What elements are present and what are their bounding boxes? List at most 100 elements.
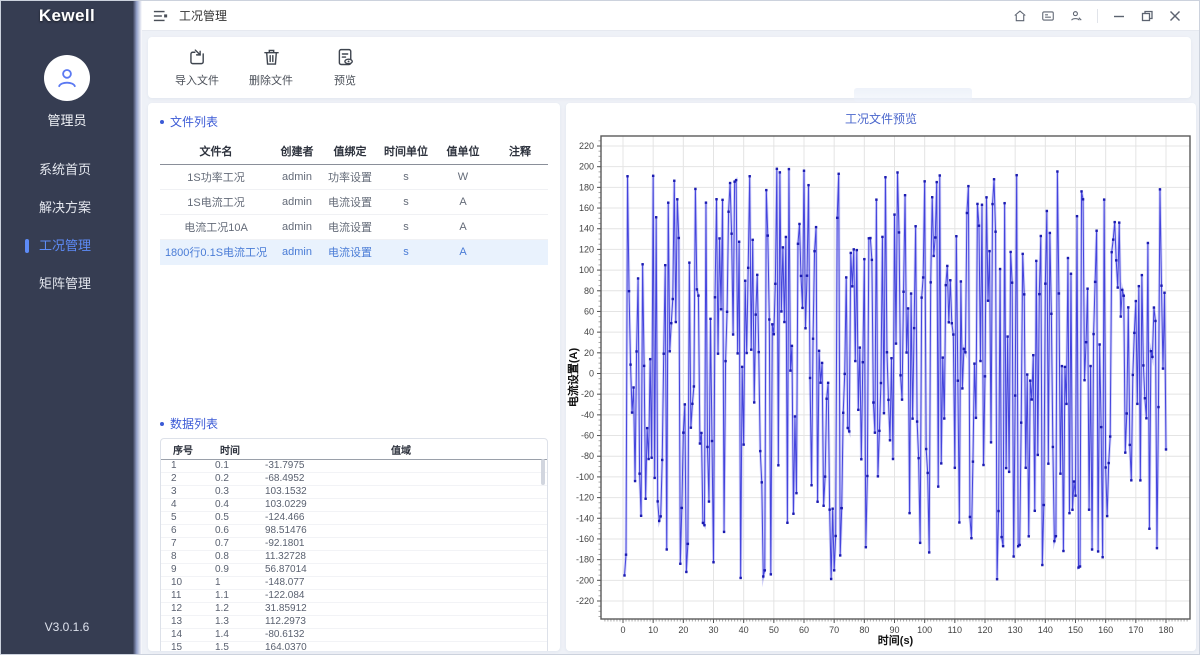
data-cell: 8 <box>161 551 205 564</box>
data-cell: -122.084 <box>255 590 547 603</box>
data-row: 101-148.077 <box>161 577 547 590</box>
sidebar-item-solutions[interactable]: 解决方案 <box>1 189 133 227</box>
user-icon <box>54 65 80 91</box>
file-cell <box>492 190 548 215</box>
fading-toast <box>854 88 972 102</box>
sidebar-menu: 系统首页解决方案工况管理矩阵管理 <box>1 151 133 303</box>
badge-icon[interactable] <box>1034 2 1062 30</box>
sidebar-item-system-home[interactable]: 系统首页 <box>1 151 133 189</box>
file-cell: 1S功率工况 <box>160 165 272 190</box>
data-cell: 13 <box>161 616 205 629</box>
data-cell: 31.85912 <box>255 603 547 616</box>
menu-fold-icon[interactable] <box>153 9 169 23</box>
data-cell: 0.2 <box>205 473 255 486</box>
file-column-header: 文件名 <box>160 138 272 165</box>
data-column-header: 时间 <box>205 439 255 460</box>
data-cell: 1 <box>205 577 255 590</box>
restore-button[interactable] <box>1133 2 1161 30</box>
import-icon <box>187 47 208 68</box>
data-row: 121.231.85912 <box>161 603 547 616</box>
data-cell: 0.5 <box>205 512 255 525</box>
avatar <box>44 55 90 101</box>
file-column-header: 创建者 <box>272 138 322 165</box>
data-table-scrollbar[interactable] <box>541 459 545 485</box>
preview-eye-icon <box>335 47 356 68</box>
titlebar: 工况管理 <box>142 1 1199 31</box>
file-cell <box>492 215 548 240</box>
file-row[interactable]: 1S电流工况admin电流设置sA <box>160 190 548 215</box>
file-row[interactable]: 1S功率工况admin功率设置sW <box>160 165 548 190</box>
file-column-header: 值绑定 <box>322 138 378 165</box>
data-cell: 14 <box>161 629 205 642</box>
data-cell: -68.4952 <box>255 473 547 486</box>
minimize-button[interactable] <box>1105 2 1133 30</box>
data-cell: 1.3 <box>205 616 255 629</box>
data-cell: 10 <box>161 577 205 590</box>
sidebar-item-matrix-management[interactable]: 矩阵管理 <box>1 265 133 303</box>
sidebar-item-label: 矩阵管理 <box>39 276 91 291</box>
titlebar-actions <box>1006 2 1199 30</box>
close-button[interactable] <box>1161 2 1189 30</box>
file-cell: s <box>378 215 434 240</box>
data-cell: 4 <box>161 499 205 512</box>
file-row[interactable]: 电流工况10Aadmin电流设置sA <box>160 215 548 240</box>
data-column-header: 值域 <box>255 439 547 460</box>
data-table-box: 序号时间值域 10.1-31.797520.2-68.495230.3103.1… <box>160 438 548 651</box>
data-cell: 56.87014 <box>255 564 547 577</box>
import-file-button[interactable]: 导入文件 <box>172 47 222 88</box>
data-row: 90.956.87014 <box>161 564 547 577</box>
data-row: 60.698.51476 <box>161 525 547 538</box>
file-table: 文件名创建者值绑定时间单位值单位注释 1S功率工况admin功率设置sW1S电流… <box>160 138 548 265</box>
data-cell: 9 <box>161 564 205 577</box>
home-icon[interactable] <box>1006 2 1034 30</box>
data-cell: 15 <box>161 642 205 652</box>
section-title: 文件列表 <box>170 113 218 130</box>
data-cell: -31.7975 <box>255 460 547 473</box>
data-cell: 164.0370 <box>255 642 547 652</box>
file-cell: admin <box>272 165 322 190</box>
file-cell <box>492 240 548 265</box>
file-cell: 功率设置 <box>322 165 378 190</box>
file-panel: 文件列表 文件名创建者值绑定时间单位值单位注释 1S功率工况admin功率设置s… <box>148 103 560 651</box>
data-row: 10.1-31.7975 <box>161 460 547 473</box>
file-cell: A <box>434 190 492 215</box>
brand-logo: Kewell <box>1 1 133 31</box>
delete-file-button[interactable]: 删除文件 <box>246 47 296 88</box>
file-column-header: 值单位 <box>434 138 492 165</box>
file-cell: admin <box>272 190 322 215</box>
data-cell: 1.1 <box>205 590 255 603</box>
account-icon[interactable] <box>1062 2 1090 30</box>
data-cell: 1.4 <box>205 629 255 642</box>
data-table-header-row: 序号时间值域 <box>161 439 547 460</box>
data-cell: 0.1 <box>205 460 255 473</box>
preview-button[interactable]: 预览 <box>320 47 370 88</box>
section-title: 数据列表 <box>170 415 218 432</box>
data-cell: 0.4 <box>205 499 255 512</box>
data-cell: -148.077 <box>255 577 547 590</box>
data-cell: 1.2 <box>205 603 255 616</box>
data-cell: 103.0229 <box>255 499 547 512</box>
data-row: 131.3112.2973 <box>161 616 547 629</box>
preview-chart-canvas <box>566 103 1196 651</box>
sidebar-item-label: 解决方案 <box>39 200 91 215</box>
file-cell: admin <box>272 240 322 265</box>
sidebar-item-label: 工况管理 <box>39 238 91 253</box>
file-cell: A <box>434 240 492 265</box>
main-content: 导入文件 删除文件 预览 <box>142 31 1199 654</box>
file-cell: s <box>378 190 434 215</box>
data-cell: 103.1532 <box>255 486 547 499</box>
data-cell: -124.466 <box>255 512 547 525</box>
tool-button-label: 删除文件 <box>249 72 293 88</box>
file-cell: A <box>434 215 492 240</box>
tool-button-label: 导入文件 <box>175 72 219 88</box>
data-cell: 6 <box>161 525 205 538</box>
sidebar-item-condition-management[interactable]: 工况管理 <box>1 227 133 265</box>
file-row[interactable]: 1800行0.1S电流工况admin电流设置sA <box>160 240 548 265</box>
chart-title: 工况文件预览 <box>566 110 1196 127</box>
file-cell: 1800行0.1S电流工况 <box>160 240 272 265</box>
preview-chart-panel: 工况文件预览 <box>566 103 1196 651</box>
current-user-label: 管理员 <box>1 110 133 129</box>
data-cell: 0.6 <box>205 525 255 538</box>
data-cell: 5 <box>161 512 205 525</box>
titlebar-divider <box>1097 9 1098 23</box>
